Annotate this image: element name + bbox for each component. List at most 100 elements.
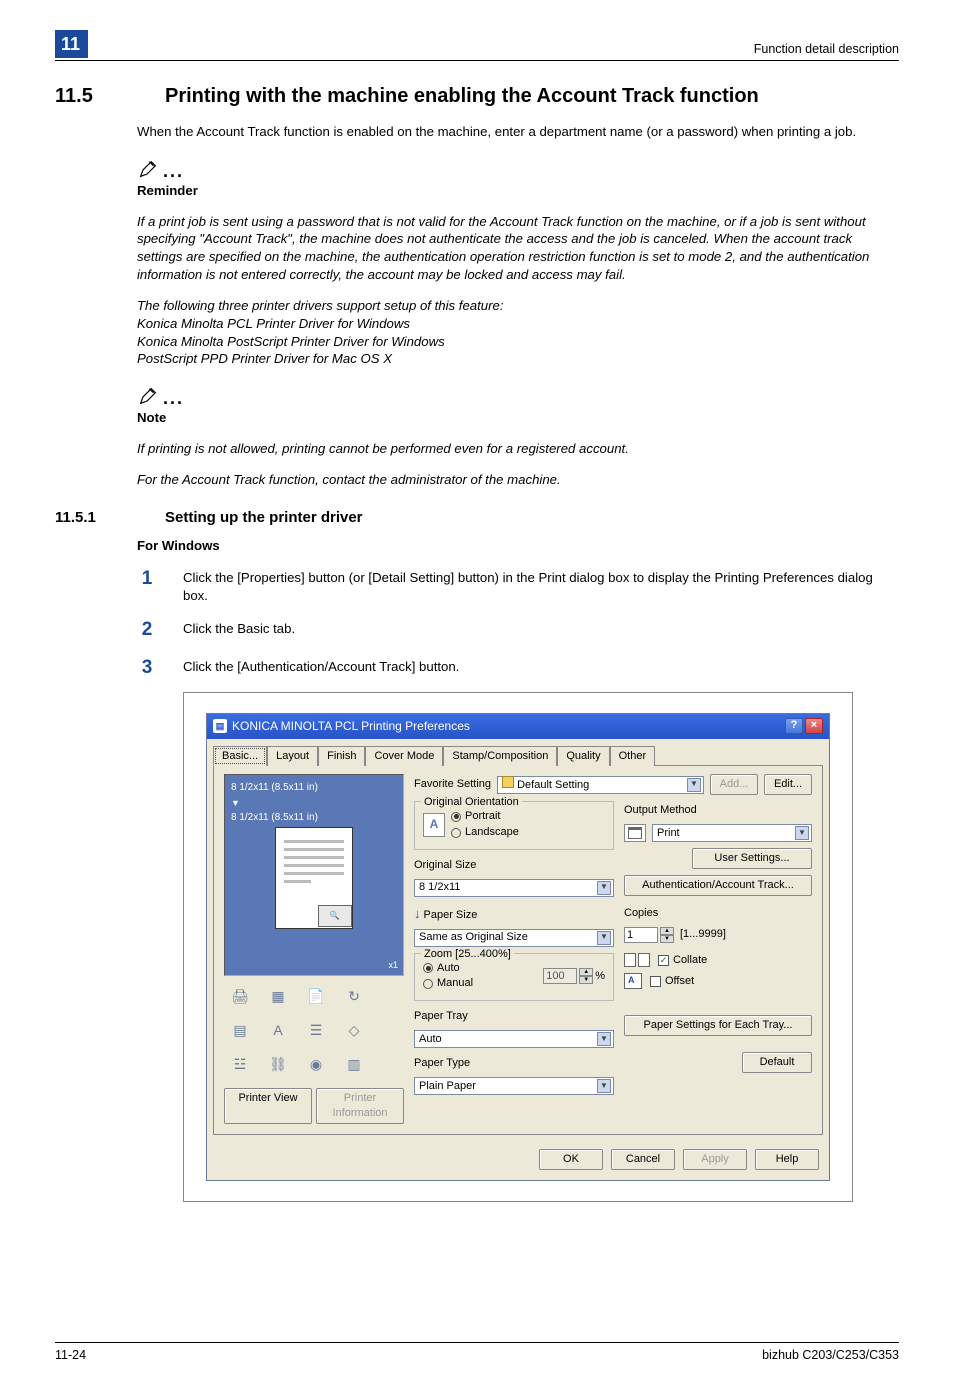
tab-strip: Basic... Layout Finish Cover Mode Stamp/… — [207, 739, 829, 766]
copies-label: Copies — [624, 906, 812, 921]
orientation-icon: A — [423, 813, 445, 837]
zoom-badge: x1 — [388, 959, 398, 971]
collate-icon — [624, 953, 650, 967]
help-button[interactable]: Help — [755, 1149, 819, 1170]
droplet-icon[interactable]: ◇ — [340, 1018, 368, 1042]
note-label: Note — [137, 409, 899, 427]
step-number: 3 — [137, 655, 157, 681]
tab-other[interactable]: Other — [610, 746, 656, 767]
reminder-p1: If a print job is sent using a password … — [137, 213, 899, 284]
tab-basic[interactable]: Basic... — [213, 746, 267, 767]
chevron-down-icon[interactable]: ▼ — [687, 778, 701, 792]
model-label: bizhub C203/C253/C353 — [762, 1347, 899, 1364]
user-settings-button[interactable]: User Settings... — [692, 848, 812, 869]
step-number: 1 — [137, 566, 157, 592]
step-text: Click the [Authentication/Account Track]… — [183, 655, 899, 676]
offset-icon — [624, 973, 642, 989]
chevron-down-icon: ▼ — [597, 931, 611, 945]
auth-account-track-button[interactable]: Authentication/Account Track... — [624, 875, 812, 896]
chevron-down-icon: ▼ — [597, 1032, 611, 1046]
zoom-manual-radio[interactable]: Manual — [423, 976, 473, 991]
spin-up-icon: ▲ — [579, 968, 593, 976]
list-icon[interactable]: ☳ — [226, 1052, 254, 1076]
step-text: Click the Basic tab. — [183, 617, 899, 638]
reminder-icon: ... — [137, 155, 899, 179]
orientation-group: Original Orientation A Portrait Landscap… — [414, 801, 614, 850]
window-title: KONICA MINOLTA PCL Printing Preferences — [232, 718, 470, 734]
offset-checkbox[interactable]: Offset — [650, 974, 694, 989]
section-intro: When the Account Track function is enabl… — [137, 123, 899, 141]
printer-info-button[interactable]: Printer Information — [316, 1088, 404, 1124]
step-text: Click the [Properties] button (or [Detai… — [183, 566, 899, 605]
paper-size-label: Paper Size — [424, 909, 478, 921]
edit-button[interactable]: Edit... — [764, 774, 812, 795]
page-header: 11 Function detail description — [55, 30, 899, 61]
collate-checkbox[interactable]: ✓Collate — [658, 953, 707, 968]
doc-icon[interactable]: ▥ — [340, 1052, 368, 1076]
paper-size-combo[interactable]: Same as Original Size▼ — [414, 929, 614, 947]
step-2: 2 Click the Basic tab. — [137, 617, 899, 643]
section-number: 11.5 — [55, 83, 135, 110]
print-icon — [624, 824, 646, 842]
paper-type-label: Paper Type — [414, 1056, 614, 1071]
zoom-spinner[interactable]: ▲▼ % — [543, 968, 605, 984]
chevron-down-icon: ▼ — [597, 1079, 611, 1093]
page-icon[interactable]: ▤ — [226, 1018, 254, 1042]
original-size-combo[interactable]: 8 1/2x11▼ — [414, 879, 614, 897]
subsection-heading: 11.5.1 Setting up the printer driver — [55, 508, 899, 528]
zoom-auto-radio[interactable]: Auto — [423, 961, 473, 976]
dialog-buttons: OK Cancel Apply Help — [207, 1141, 829, 1180]
chevron-down-icon: ▼ — [795, 826, 809, 840]
default-button[interactable]: Default — [742, 1052, 812, 1073]
step-number: 2 — [137, 617, 157, 643]
paper-type-combo[interactable]: Plain Paper▼ — [414, 1077, 614, 1095]
rotate-icon[interactable]: ↻ — [340, 984, 368, 1008]
spin-up-icon: ▲ — [660, 927, 674, 935]
favorite-icon — [502, 776, 514, 788]
chevron-down-icon: ▼ — [597, 881, 611, 895]
titlebar[interactable]: ▤ KONICA MINOLTA PCL Printing Preference… — [207, 714, 829, 738]
tab-covermode[interactable]: Cover Mode — [365, 746, 443, 767]
portrait-radio[interactable]: Portrait — [451, 809, 519, 824]
duplex-icon[interactable]: 📄 — [302, 984, 330, 1008]
reminder-p2: The following three printer drivers supp… — [137, 297, 899, 368]
favorite-combo[interactable]: Default Setting ▼ — [497, 776, 704, 794]
page-number: 11-24 — [55, 1347, 86, 1364]
note-p1: If printing is not allowed, printing can… — [137, 440, 899, 458]
stack-icon[interactable]: ☰ — [302, 1018, 330, 1042]
globe-icon[interactable]: ◉ — [302, 1052, 330, 1076]
spin-down-icon: ▼ — [660, 935, 674, 943]
down-arrow-icon: ↓ — [414, 906, 421, 921]
add-button[interactable]: Add... — [710, 774, 758, 795]
output-method-combo[interactable]: Print▼ — [652, 824, 812, 842]
subsection-title: Setting up the printer driver — [165, 508, 363, 528]
letter-icon[interactable]: A — [264, 1018, 292, 1042]
paper-settings-button[interactable]: Paper Settings for Each Tray... — [624, 1015, 812, 1036]
note-icon: ... — [137, 382, 899, 406]
copies-spinner[interactable]: ▲▼ — [624, 927, 674, 943]
cancel-button[interactable]: Cancel — [611, 1149, 675, 1170]
help-icon[interactable]: ? — [785, 718, 803, 734]
apply-button[interactable]: Apply — [683, 1149, 747, 1170]
tab-finish[interactable]: Finish — [318, 746, 365, 767]
printer-view-button[interactable]: Printer View — [224, 1088, 312, 1124]
basic-panel: 8 1/2x11 (8.5x11 in) ▼ 8 1/2x11 (8.5x11 … — [213, 765, 823, 1135]
copies-range: [1...9999] — [680, 927, 726, 942]
page-preview: 8 1/2x11 (8.5x11 in) ▼ 8 1/2x11 (8.5x11 … — [224, 774, 404, 976]
section-title: Printing with the machine enabling the A… — [165, 83, 759, 110]
note-p2: For the Account Track function, contact … — [137, 471, 899, 489]
ok-button[interactable]: OK — [539, 1149, 603, 1170]
magnifier-icon: 🔍 — [318, 905, 352, 927]
link-icon[interactable]: ⛓ — [264, 1052, 292, 1076]
nup-icon[interactable]: ▦ — [264, 984, 292, 1008]
tab-layout[interactable]: Layout — [267, 746, 318, 767]
tab-stamp[interactable]: Stamp/Composition — [443, 746, 557, 767]
printing-preferences-dialog: ▤ KONICA MINOLTA PCL Printing Preference… — [206, 713, 830, 1181]
landscape-radio[interactable]: Landscape — [451, 825, 519, 840]
close-icon[interactable]: × — [805, 718, 823, 734]
tab-quality[interactable]: Quality — [557, 746, 609, 767]
output-icon[interactable]: 🖨 — [226, 984, 254, 1008]
paper-tray-combo[interactable]: Auto▼ — [414, 1030, 614, 1048]
output-method-label: Output Method — [624, 803, 812, 818]
screenshot-frame: ▤ KONICA MINOLTA PCL Printing Preference… — [183, 692, 853, 1202]
